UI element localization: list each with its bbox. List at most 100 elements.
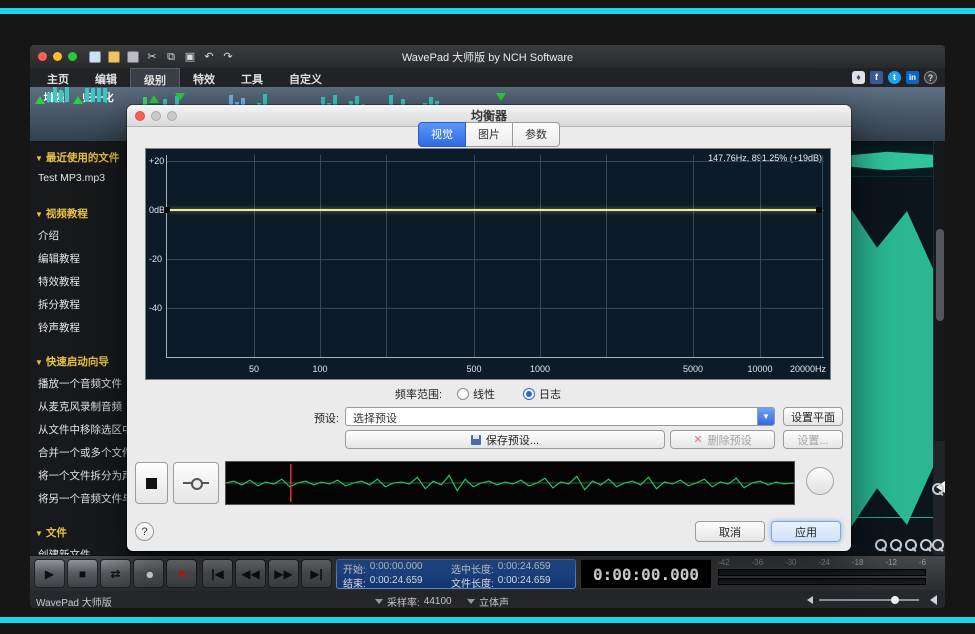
play-icon: ▶	[45, 567, 54, 581]
zoom-full-icon[interactable]	[920, 539, 931, 550]
enhance-button[interactable]: 增强	[32, 90, 76, 105]
collapse-arrow-icon: ▼	[35, 154, 43, 163]
set-flat-button[interactable]: 设置平面	[783, 407, 843, 426]
undo-icon[interactable]: ↶	[203, 51, 215, 63]
cut-icon[interactable]: ✂	[146, 51, 158, 63]
copy-icon[interactable]: ⧉	[165, 51, 177, 63]
eq-curve[interactable]	[167, 209, 819, 211]
tab-graphic[interactable]: 图片	[466, 122, 513, 147]
go-to-end-icon: ▶|	[310, 567, 323, 581]
zoom-selection-icon[interactable]	[905, 539, 916, 550]
dropdown-arrow-icon[interactable]: ▼	[757, 408, 774, 425]
sidebar-item-play-audio[interactable]: 播放一个音频文件	[30, 370, 127, 393]
zoom-window-button[interactable]	[68, 52, 77, 61]
preview-stop-button[interactable]	[135, 462, 168, 504]
sidebar-section-file[interactable]: ▼文件	[30, 520, 127, 541]
radio-linear[interactable]: 线性	[457, 386, 495, 402]
vertical-scrollbar[interactable]	[933, 141, 945, 441]
sidebar-item-edit-tutorial[interactable]: 编辑教程	[30, 245, 127, 268]
tab-effects[interactable]: 特效	[180, 68, 228, 87]
radio-log[interactable]: 日志	[523, 386, 561, 402]
open-file-icon[interactable]	[108, 51, 120, 63]
tab-edit[interactable]: 编辑	[82, 68, 130, 87]
help-info-icon[interactable]: ?	[924, 71, 937, 84]
preview-dial-icon	[183, 477, 209, 489]
go-to-end-button[interactable]: ▶|	[301, 559, 332, 588]
save-preset-button[interactable]: 保存预设...	[345, 430, 665, 449]
start-value: 0:00:00.000	[370, 561, 423, 575]
meter-bar-left	[718, 569, 926, 576]
collapse-arrow-icon: ▼	[35, 358, 43, 367]
apply-button[interactable]: 应用	[771, 521, 841, 542]
eq-handle-right[interactable]	[816, 207, 822, 213]
close-window-button[interactable]	[38, 52, 47, 61]
twitter-icon[interactable]: t	[888, 71, 901, 84]
chevron-down-icon[interactable]	[467, 599, 475, 608]
sidebar-item-split-file[interactable]: 将一个文件拆分为声	[30, 462, 127, 485]
sidebar-item-intro[interactable]: 介绍	[30, 222, 127, 245]
sidebar-section-tutorials[interactable]: ▼视频教程	[30, 201, 127, 222]
sidebar-section-recent[interactable]: ▼最近使用的文件	[30, 145, 127, 166]
preset-dropdown[interactable]: 选择预设 ▼	[345, 407, 775, 426]
redo-icon[interactable]: ↷	[222, 51, 234, 63]
meter-scale: -42-36 -30-24 -18-12 -6	[718, 558, 926, 567]
paste-icon[interactable]: ▣	[184, 51, 196, 63]
volume-slider[interactable]	[819, 599, 919, 601]
minimize-window-button[interactable]	[53, 52, 62, 61]
dialog-help-button[interactable]: ?	[135, 522, 154, 541]
like-icon[interactable]: ♦	[852, 71, 865, 84]
sidebar-item-effects-tutorial[interactable]: 特效教程	[30, 268, 127, 291]
sidebar-item-recent-file[interactable]: Test MP3.mp3	[30, 166, 127, 189]
zoom-vertical-icon[interactable]	[932, 483, 943, 494]
preset-settings-button[interactable]: 设置...	[783, 430, 843, 449]
tab-visual[interactable]: 视觉	[418, 122, 466, 147]
sidebar-item-new-file[interactable]: 创建新文件	[30, 541, 127, 555]
go-to-start-button[interactable]: |◀	[202, 559, 233, 588]
normalize-button[interactable]: 归一化	[76, 90, 120, 105]
tab-tools[interactable]: 工具	[228, 68, 276, 87]
volume-slider-handle[interactable]	[891, 596, 899, 604]
bottom-accent-strip	[0, 617, 975, 623]
tab-levels[interactable]: 级别	[130, 68, 180, 87]
sidebar-item-split-tutorial[interactable]: 拆分教程	[30, 291, 127, 314]
tab-parametric[interactable]: 参数	[513, 122, 560, 147]
tab-home[interactable]: 主页	[34, 68, 82, 87]
loop-button[interactable]: ⇄	[100, 559, 131, 588]
record-button[interactable]: ●	[166, 559, 197, 588]
selection-info-panel: 开始:0:00:00.000 选中长度:0:00:24.659 结束:0:00:…	[336, 559, 576, 589]
sidebar-item-mix-file[interactable]: 将另一个音频文件与	[30, 485, 127, 508]
eq-graph[interactable]: 147.76Hz, 891.25% (+19dB) +20 0dB -20	[145, 148, 831, 380]
sidebar-item-ringtone-tutorial[interactable]: 铃声教程	[30, 314, 127, 337]
stop-icon: ■	[79, 567, 86, 581]
sidebar-item-record-mic[interactable]: 从麦克风录制音频	[30, 393, 127, 416]
fast-forward-button[interactable]: ▶▶	[268, 559, 299, 588]
chevron-down-icon[interactable]	[375, 599, 383, 608]
sidebar-item-merge-files[interactable]: 合并一个或多个文件	[30, 439, 127, 462]
sample-rate-value[interactable]: 44100	[424, 596, 452, 607]
preview-waveform[interactable]	[225, 461, 795, 505]
new-file-icon[interactable]	[89, 51, 101, 63]
facebook-icon[interactable]: f	[870, 71, 883, 84]
print-icon[interactable]	[127, 51, 139, 63]
preview-play-button[interactable]	[173, 462, 219, 504]
eq-handle-left[interactable]	[164, 207, 170, 213]
rewind-button[interactable]: ◀◀	[235, 559, 266, 588]
tab-customize[interactable]: 自定义	[276, 68, 335, 87]
linkedin-icon[interactable]: in	[906, 71, 919, 84]
cancel-button[interactable]: 取消	[695, 521, 765, 542]
preview-loop-button[interactable]	[806, 467, 834, 495]
radio-selected-icon	[523, 388, 535, 400]
delete-preset-button[interactable]: ✕删除预设	[670, 430, 775, 449]
channel-mode[interactable]: 立体声	[479, 594, 509, 608]
play-button[interactable]: ▶	[34, 559, 65, 588]
sidebar-section-quickstart[interactable]: ▼快速启动向导	[30, 349, 127, 370]
sidebar-item-remove-selection[interactable]: 从文件中移除选区中	[30, 416, 127, 439]
zoom-out-icon[interactable]	[890, 539, 901, 550]
zoom-in-vertical-icon[interactable]	[932, 539, 943, 550]
stop-button[interactable]: ■	[67, 559, 98, 588]
scrub-button[interactable]	[133, 559, 164, 588]
y-tick: -20	[149, 254, 162, 264]
scrollbar-thumb[interactable]	[936, 229, 944, 321]
zoom-in-icon[interactable]	[875, 539, 886, 550]
sample-rate-label[interactable]: 采样率:	[387, 594, 420, 608]
